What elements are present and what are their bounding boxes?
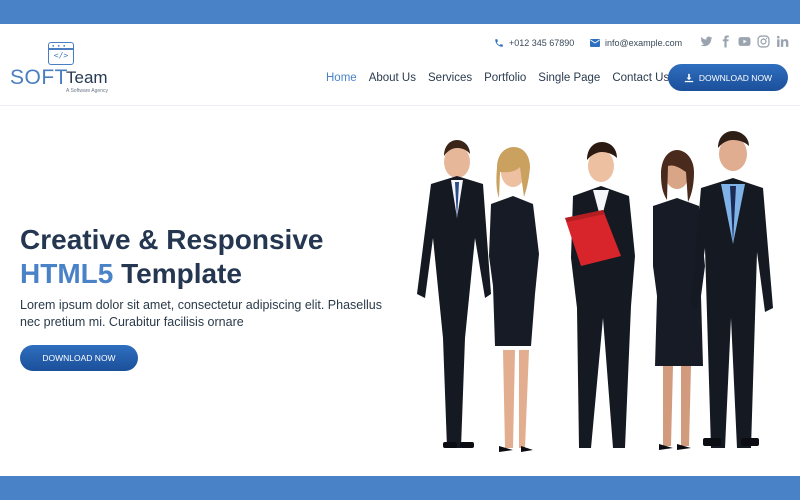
team-member	[565, 142, 635, 448]
linkedin-icon[interactable]	[776, 35, 789, 49]
instagram-icon[interactable]	[757, 35, 770, 49]
business-team-image	[417, 131, 773, 452]
envelope-icon	[590, 39, 600, 47]
code-window-icon: ● ● ● </>	[48, 42, 74, 65]
phone-contact[interactable]: +012 345 67890	[494, 37, 574, 49]
hero-title-rest: Template	[121, 258, 242, 289]
header-download-label: DOWNLOAD NOW	[698, 72, 773, 83]
logo-soft-text: SOFT	[10, 66, 68, 89]
nav-contact-us[interactable]: Contact Us	[612, 70, 669, 86]
hero-title: Creative & Responsive HTML5 Template	[20, 223, 323, 291]
nav-about-us[interactable]: About Us	[369, 70, 416, 86]
hero-download-button[interactable]: DOWNLOAD NOW	[20, 345, 138, 371]
nav-services[interactable]: Services	[428, 70, 472, 86]
header-download-button[interactable]: DOWNLOAD NOW	[668, 64, 788, 91]
twitter-icon[interactable]	[700, 35, 713, 49]
logo-team-text: Team	[66, 68, 108, 87]
hero-download-label: DOWNLOAD NOW	[42, 353, 116, 363]
email-address: info@example.com	[605, 38, 683, 48]
team-member	[489, 147, 539, 452]
nav-portfolio[interactable]: Portfolio	[484, 70, 526, 86]
hero-description: Lorem ipsum dolor sit amet, consectetur …	[20, 298, 382, 329]
phone-icon	[495, 39, 503, 47]
logo[interactable]: ● ● ● </> SOFT Team A Software Agency	[10, 40, 120, 96]
nav-single-page[interactable]: Single Page	[538, 70, 600, 86]
email-contact[interactable]: info@example.com	[590, 37, 682, 49]
youtube-icon[interactable]	[738, 35, 751, 49]
phone-number: +012 345 67890	[509, 38, 575, 48]
facebook-icon[interactable]	[719, 35, 732, 49]
hero-title-line1: Creative & Responsive	[20, 224, 324, 255]
logo-tagline: A Software Agency	[66, 88, 108, 94]
top-bar	[0, 0, 800, 24]
team-member	[417, 140, 491, 448]
hero-title-accent: HTML5	[20, 258, 114, 289]
team-member	[691, 131, 773, 448]
bottom-bar	[0, 476, 800, 500]
hero-title-line2: HTML5 Template	[20, 257, 323, 291]
social-links	[700, 35, 789, 49]
download-icon	[684, 73, 694, 82]
nav-home[interactable]: Home	[326, 70, 357, 86]
site-header: ● ● ● </> SOFT Team A Software Agency +0…	[0, 24, 800, 106]
main-nav: Home About Us Services Portfolio Single …	[326, 70, 681, 86]
